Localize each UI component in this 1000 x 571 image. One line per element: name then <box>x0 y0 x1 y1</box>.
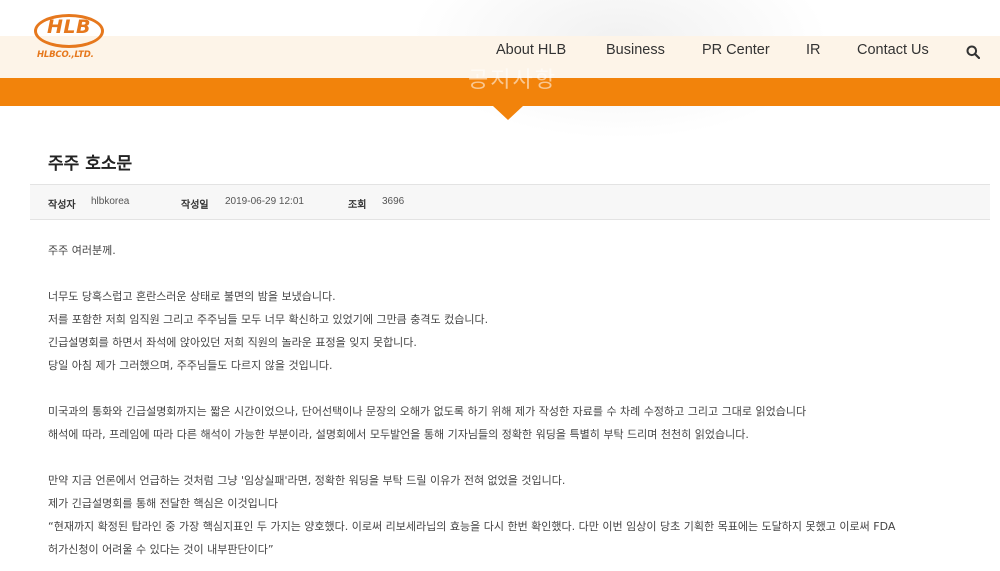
post-title: 주주 호소문 <box>48 154 133 174</box>
company-logo[interactable]: HLB HLBCO.,LTD. <box>34 14 110 64</box>
body-line: 주주 여러분께. <box>48 244 116 257</box>
body-line: 저를 포함한 저희 임직원 그리고 주주님들 모두 너무 확신하고 있었기에 그… <box>48 313 489 326</box>
date-value: 2019-06-29 12:01 <box>225 196 304 207</box>
body-line: 제가 긴급설명회를 통해 전달한 핵심은 이것입니다 <box>48 497 279 510</box>
body-line: 미국과의 통화와 긴급설명회까지는 짧은 시간이었으나, 단어선택이나 문장의 … <box>48 405 807 418</box>
nav-item-ir[interactable]: IR <box>806 42 821 58</box>
date-label: 작성일 <box>181 200 209 211</box>
body-line: 긴급설명회를 하면서 좌석에 앉아있던 저희 직원의 놀라운 표정을 잊지 못합… <box>48 336 417 349</box>
header-background <box>0 0 1000 140</box>
body-line: 너무도 당혹스럽고 혼란스러운 상태로 불면의 밤을 보냈습니다. <box>48 290 336 303</box>
views-value: 3696 <box>382 196 405 207</box>
body-line: 해석에 따라, 프레임에 따라 다른 해석이 가능한 부분이라, 설명회에서 모… <box>48 428 749 441</box>
body-line: “현재까지 확정된 탑라인 중 가장 핵심지표인 두 가지는 양호했다. 이로써… <box>48 520 896 533</box>
nav-item-about[interactable]: About HLB <box>496 42 566 58</box>
author-value: hlbkorea <box>91 196 130 207</box>
search-icon[interactable] <box>966 45 980 59</box>
body-line: 만약 지금 언론에서 언급하는 것처럼 그냥 '임상실패'라면, 정확한 워딩을… <box>48 474 566 487</box>
author-label: 작성자 <box>48 200 76 211</box>
views-label: 조회 <box>348 200 367 211</box>
nav-item-business[interactable]: Business <box>606 42 665 58</box>
banner-pointer <box>493 106 523 120</box>
post-meta-bar: 작성자 hlbkorea 작성일 2019-06-29 12:01 조회 369… <box>30 184 990 220</box>
nav-item-contact[interactable]: Contact Us <box>857 42 929 58</box>
logo-sub-text: HLBCO.,LTD. <box>37 50 94 60</box>
logo-main-text: HLB <box>47 16 91 38</box>
banner-title: 공지사항 <box>468 68 557 93</box>
body-line: 허가신청이 어려울 수 있다는 것이 내부판단이다” <box>48 543 274 556</box>
nav-item-pr-center[interactable]: PR Center <box>702 42 770 58</box>
body-line: 당일 아침 제가 그러했으며, 주주님들도 다르지 않을 것입니다. <box>48 359 333 372</box>
